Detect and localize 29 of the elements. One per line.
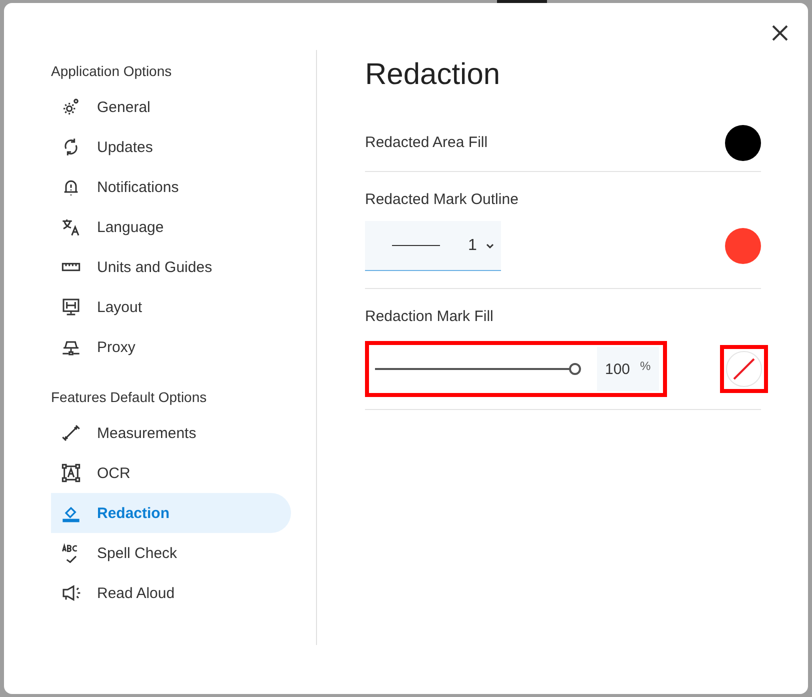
- sidebar-item[interactable]: Language: [51, 207, 291, 247]
- sidebar-item[interactable]: Updates: [51, 127, 291, 167]
- measure-icon: [61, 423, 81, 443]
- unit-label: %: [640, 359, 651, 373]
- page-title: Redaction: [365, 58, 500, 92]
- sidebar-item[interactable]: Read Aloud: [51, 573, 291, 613]
- megaphone-icon: [61, 583, 81, 603]
- sidebar-item[interactable]: Measurements: [51, 413, 291, 453]
- section-heading: Application Options: [51, 63, 172, 79]
- setting-label: Redaction Mark Fill: [365, 308, 494, 325]
- sidebar-item[interactable]: Notifications: [51, 167, 291, 207]
- opacity-value[interactable]: 100: [605, 360, 630, 378]
- sidebar-item[interactable]: Units and Guides: [51, 247, 291, 287]
- monitor-layout-icon: [61, 297, 81, 317]
- setting-label: Redacted Area Fill: [365, 134, 488, 151]
- color-swatch[interactable]: [725, 124, 761, 160]
- sidebar-item[interactable]: OCR: [51, 453, 291, 493]
- sidebar-item[interactable]: Spell Check: [51, 533, 291, 573]
- setting-label: Redacted Mark Outline: [365, 191, 518, 208]
- line-width-dropdown[interactable]: 1: [365, 221, 501, 271]
- ocr-icon: [61, 463, 81, 483]
- sidebar-item[interactable]: General: [51, 87, 291, 127]
- translate-icon: [61, 217, 81, 237]
- sidebar-item[interactable]: Redaction: [51, 493, 291, 533]
- color-swatch[interactable]: [725, 228, 761, 264]
- no-color-swatch[interactable]: [726, 351, 762, 387]
- section-heading: Features Default Options: [51, 389, 207, 405]
- sidebar-item[interactable]: Proxy: [51, 327, 291, 367]
- sidebar-item[interactable]: Layout: [51, 287, 291, 327]
